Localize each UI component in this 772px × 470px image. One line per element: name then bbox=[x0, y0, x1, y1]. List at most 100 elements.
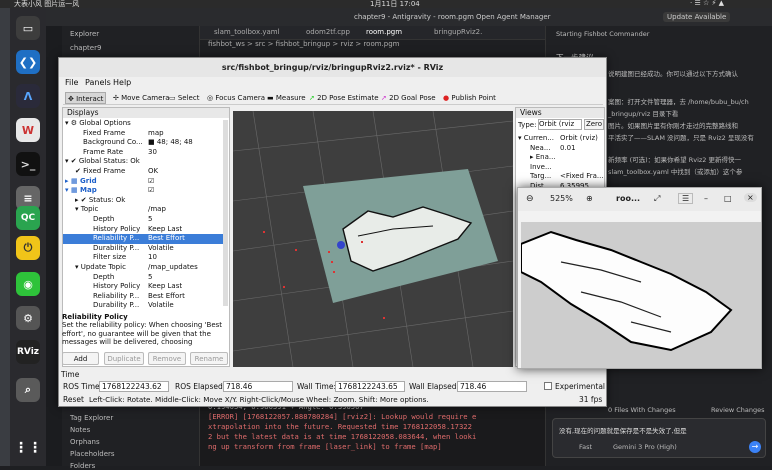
explorer-root-folder[interactable]: chapter9 bbox=[70, 44, 101, 52]
experimental-checkbox[interactable] bbox=[544, 382, 552, 390]
property-row[interactable]: Durability P... Volatile bbox=[63, 301, 225, 311]
remove-button[interactable]: Remove bbox=[148, 352, 186, 365]
property-row[interactable]: Background Co... ■ 48; 48; 48 bbox=[63, 138, 225, 148]
property-value[interactable]: map bbox=[148, 129, 224, 139]
qtcreator-icon[interactable]: QC bbox=[16, 206, 40, 230]
tab-bringup-rviz[interactable]: bringupRviz2. bbox=[434, 28, 482, 36]
chat-model-selector[interactable]: Gemini 3 Pro (High) bbox=[613, 443, 677, 451]
tool-focus-camera[interactable]: ◎ Focus Camera bbox=[205, 92, 267, 104]
update-available-button[interactable]: Update Available bbox=[663, 12, 731, 22]
property-row[interactable]: ✔ Fixed Frame OK bbox=[63, 167, 225, 177]
close-icon[interactable]: × bbox=[744, 193, 757, 202]
chat-mode-selector[interactable]: Fast bbox=[579, 443, 592, 451]
views-property-row[interactable]: Inve... bbox=[516, 163, 604, 173]
app-grid-icon[interactable]: ⋮⋮ bbox=[14, 436, 42, 460]
vscode-icon[interactable]: ❮❯ bbox=[16, 50, 40, 74]
views-type-select[interactable]: Orbit (rviz bbox=[538, 119, 582, 130]
property-row[interactable]: History Policy Keep Last bbox=[63, 225, 225, 235]
property-row[interactable]: ▾ Update Topic/map_updates bbox=[63, 263, 225, 273]
property-value[interactable]: 30 bbox=[148, 148, 224, 158]
property-row[interactable]: ▾ ✔ Global Status: Ok bbox=[63, 157, 225, 167]
property-row[interactable]: Durability P... Volatile bbox=[63, 244, 225, 254]
3d-viewport[interactable] bbox=[233, 111, 513, 367]
displays-scrollbar[interactable] bbox=[223, 120, 228, 306]
views-property-row[interactable]: Nea... 0.01 bbox=[516, 144, 604, 154]
views-property-row[interactable]: ▸ Ena... bbox=[516, 153, 604, 163]
property-value[interactable]: Keep Last bbox=[148, 225, 224, 235]
send-arrow-icon[interactable]: → bbox=[749, 441, 761, 453]
image-viewer-icon[interactable]: ⌕ bbox=[16, 378, 40, 402]
add-button[interactable]: Add bbox=[62, 352, 99, 365]
views-property-row[interactable]: Targ... <Fixed Fra... bbox=[516, 172, 604, 182]
tab-room-pgm[interactable]: room.pgm bbox=[366, 28, 402, 36]
zoom-out-icon[interactable]: ⊖ bbox=[526, 194, 534, 204]
views-zero-button[interactable]: Zero bbox=[584, 119, 604, 130]
agent-manager-button[interactable]: Open Agent Manager bbox=[476, 13, 551, 21]
property-value[interactable]: Keep Last bbox=[148, 282, 224, 292]
rviz-icon[interactable]: RViz bbox=[16, 340, 40, 364]
property-row[interactable]: Fixed Frame map bbox=[63, 129, 225, 139]
property-value[interactable]: Volatile bbox=[148, 244, 224, 254]
property-value[interactable]: ☑ bbox=[148, 177, 224, 187]
menu-icon[interactable]: ☰ bbox=[678, 193, 694, 204]
property-value[interactable]: 10 bbox=[148, 253, 224, 263]
chat-input-text[interactable]: 没有,现在的问题就是保存是不是失效了,但是 bbox=[559, 425, 687, 435]
property-row[interactable]: ▸ ▦ Grid ☑ bbox=[63, 177, 225, 187]
property-row[interactable]: Frame Rate 30 bbox=[63, 148, 225, 158]
rename-button[interactable]: Rename bbox=[190, 352, 228, 365]
tool-interact[interactable]: ✥ Interact bbox=[65, 92, 107, 104]
property-row[interactable]: Depth 5 bbox=[63, 215, 225, 225]
property-row[interactable]: ▾ ▦ Map ☑ bbox=[63, 186, 225, 196]
property-value[interactable]: Volatile bbox=[148, 301, 224, 311]
terminal-panel[interactable]: 0.194054, 0.980391 + Angle: 0.390507 [ER… bbox=[200, 398, 545, 466]
property-value[interactable]: 5 bbox=[148, 215, 224, 225]
property-value[interactable]: Best Effort bbox=[148, 234, 224, 244]
duplicate-button[interactable]: Duplicate bbox=[104, 352, 144, 365]
settings-gear-icon[interactable]: ⚙ bbox=[16, 306, 40, 330]
zoom-in-icon[interactable]: ⊕ bbox=[586, 194, 593, 203]
views-property-value[interactable]: 0.01 bbox=[560, 144, 604, 154]
topbar-tray[interactable]: · ☰ ☆ ⚡ ▲ bbox=[690, 0, 724, 7]
tab-odom2tf[interactable]: odom2tf.cpp bbox=[306, 28, 350, 36]
tool-publish-point[interactable]: ● Publish Point bbox=[441, 92, 498, 104]
review-changes-button[interactable]: Review Changes bbox=[711, 406, 765, 414]
tool-move-camera[interactable]: ✢ Move Camera bbox=[111, 92, 172, 104]
tool-2d-goal-pose[interactable]: ➚ 2D Goal Pose bbox=[379, 92, 438, 104]
property-row[interactable]: Filter size 10 bbox=[63, 253, 225, 263]
chat-input-box[interactable]: 没有,现在的问题就是保存是不是失效了,但是 Fast Gemini 3 Pro … bbox=[552, 418, 766, 458]
outline-item[interactable]: Orphans bbox=[70, 438, 100, 446]
breadcrumb[interactable]: fishbot_ws > src > fishbot_bringup > rvi… bbox=[200, 40, 545, 52]
property-row[interactable]: Reliability P... Best Effort bbox=[63, 292, 225, 302]
tool-select[interactable]: ▭ Select bbox=[167, 92, 201, 104]
outline-item[interactable]: Notes bbox=[70, 426, 90, 434]
property-value[interactable]: ■ 48; 48; 48 bbox=[148, 138, 224, 148]
map-image[interactable] bbox=[521, 222, 761, 368]
wechat-icon[interactable]: ◉ bbox=[16, 272, 40, 296]
terminal-icon[interactable]: >_ bbox=[16, 152, 40, 176]
antigravity-icon[interactable]: Λ bbox=[16, 84, 40, 108]
outline-item[interactable]: Folders bbox=[70, 462, 95, 470]
property-value[interactable]: 5 bbox=[148, 273, 224, 283]
file-manager-icon[interactable]: ▭ bbox=[16, 16, 40, 40]
views-property-value[interactable]: Orbit (rviz) bbox=[560, 134, 604, 144]
property-row[interactable]: ▸ ✔ Status: Ok bbox=[63, 196, 225, 206]
outline-item[interactable]: Tag Explorer bbox=[70, 414, 113, 422]
tool-measure[interactable]: ▬ Measure bbox=[265, 92, 308, 104]
power-icon[interactable]: ⏻ bbox=[16, 236, 40, 260]
property-row[interactable]: Reliability P... Best Effort bbox=[63, 234, 225, 244]
property-value[interactable]: /map bbox=[148, 205, 224, 215]
office-icon[interactable]: W bbox=[16, 118, 40, 142]
property-row[interactable]: Depth 5 bbox=[63, 273, 225, 283]
property-row[interactable]: ▾ Topic/map bbox=[63, 205, 225, 215]
property-row[interactable]: History Policy Keep Last bbox=[63, 282, 225, 292]
property-row[interactable]: ▾ ⚙ Global Options bbox=[63, 119, 225, 129]
outline-item[interactable]: Placeholders bbox=[70, 450, 115, 458]
minimize-icon[interactable]: – bbox=[704, 194, 708, 203]
menu-file[interactable]: File bbox=[65, 78, 78, 87]
views-property-row[interactable]: ▾ Curren... Orbit (rviz) bbox=[516, 134, 604, 144]
maximize-icon[interactable]: □ bbox=[724, 194, 732, 203]
tool-2d-pose-estimate[interactable]: ➚ 2D Pose Estimate bbox=[307, 92, 381, 104]
fullscreen-icon[interactable]: ⤢ bbox=[654, 194, 660, 204]
zoom-level[interactable]: 525% bbox=[550, 194, 573, 203]
tab-slam-toolbox[interactable]: slam_toolbox.yaml bbox=[214, 28, 280, 36]
